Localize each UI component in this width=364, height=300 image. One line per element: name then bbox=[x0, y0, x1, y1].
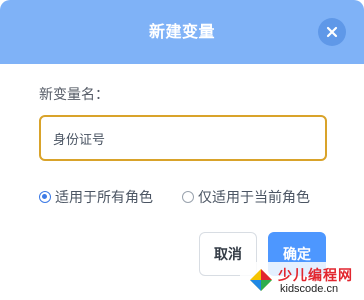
variable-name-input[interactable] bbox=[39, 115, 327, 161]
scope-option-current-sprite[interactable]: 仅适用于当前角色 bbox=[182, 188, 310, 206]
dialog-title: 新建变量 bbox=[148, 22, 215, 41]
scope-option-label: 适用于所有角色 bbox=[55, 190, 153, 206]
radio-selected-icon bbox=[39, 191, 51, 203]
scope-option-label: 仅适用于当前角色 bbox=[198, 190, 310, 206]
scope-option-all-sprites[interactable]: 适用于所有角色 bbox=[39, 188, 153, 206]
close-icon bbox=[326, 26, 338, 38]
close-button[interactable] bbox=[318, 18, 346, 46]
watermark: 少儿编程网 kidscode.cn bbox=[240, 262, 364, 300]
watermark-title: 少儿编程网 bbox=[278, 268, 353, 284]
radio-unselected-icon bbox=[182, 191, 194, 203]
watermark-url: kidscode.cn bbox=[280, 283, 339, 295]
new-variable-dialog: 新建变量 新变量名： 适用于所有角色 仅适用于当前角色 取消 确定 少儿编程网 … bbox=[0, 0, 364, 300]
variable-name-label: 新变量名： bbox=[39, 87, 109, 103]
kidscode-logo-icon bbox=[250, 269, 272, 291]
